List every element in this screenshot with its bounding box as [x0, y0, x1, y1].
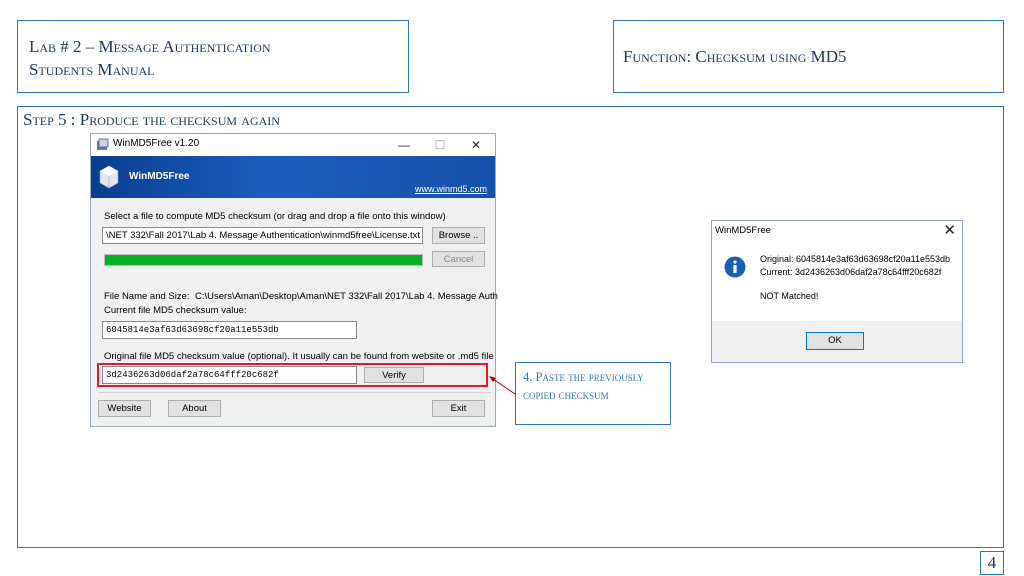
callout-box: 4. Paste the previously copied checksum: [515, 362, 671, 425]
dialog-current-line: Current: 3d2436263d06daf2a78c64fff20c682…: [760, 267, 942, 277]
dialog-close-icon[interactable]: ✕: [943, 221, 956, 239]
dialog-title: WinMD5Free: [715, 225, 771, 236]
info-icon: [724, 256, 746, 278]
ok-button[interactable]: OK: [806, 332, 864, 350]
dialog-original-line: Original: 6045814e3af63d63698cf20a11e553…: [760, 254, 951, 264]
dialog-footer: OK: [712, 321, 962, 362]
dialog-result: NOT Matched!: [760, 291, 819, 301]
page-number: 4: [980, 551, 1004, 575]
result-dialog: WinMD5Free ✕ Original: 6045814e3af63d636…: [711, 220, 963, 363]
callout-text: 4. Paste the previously copied checksum: [523, 370, 644, 402]
